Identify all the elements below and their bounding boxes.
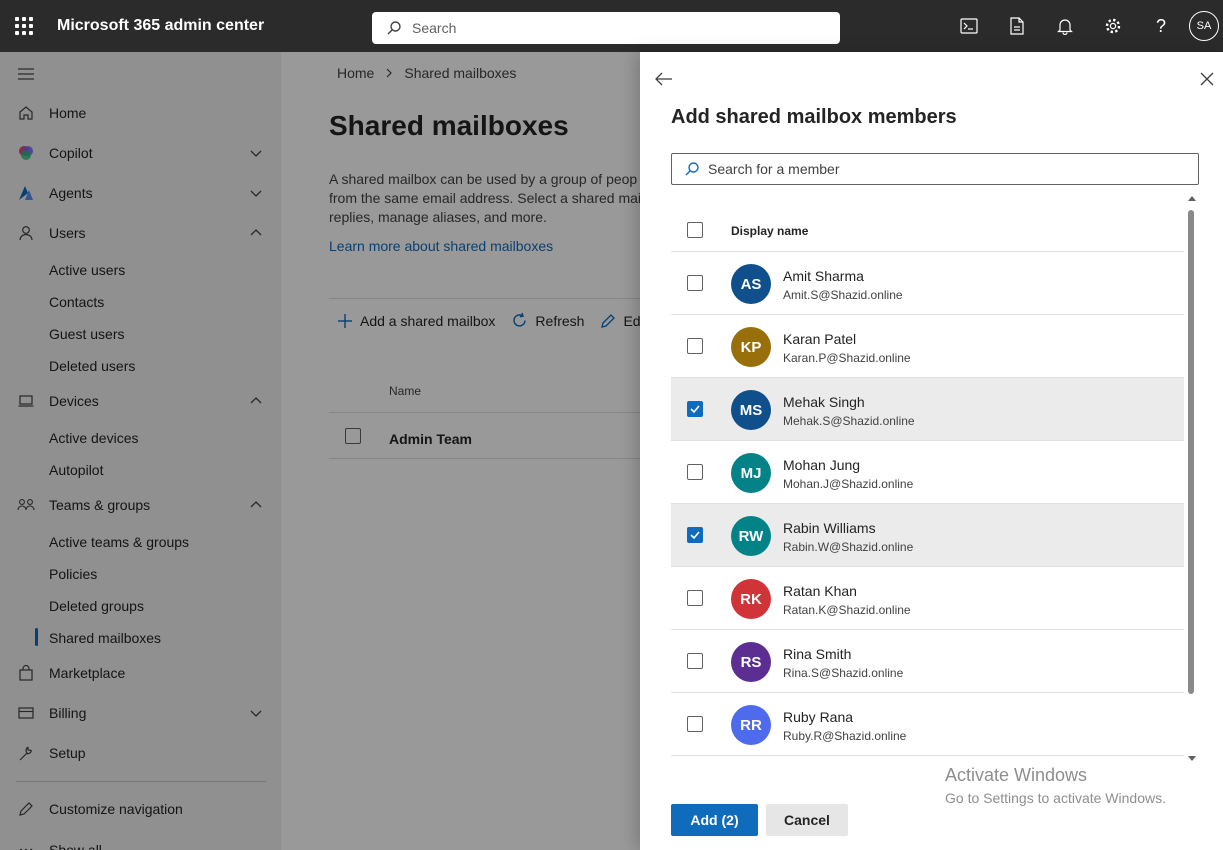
- watermark-title: Activate Windows: [945, 765, 1088, 785]
- watermark-subtitle: Go to Settings to activate Windows.: [945, 790, 1166, 806]
- column-header-display-name[interactable]: Display name: [731, 224, 808, 238]
- activate-windows-watermark: Activate Windows Go to Settings to activ…: [945, 765, 1166, 806]
- member-email: Karan.P@Shazid.online: [783, 351, 911, 365]
- member-email: Mehak.S@Shazid.online: [783, 414, 915, 428]
- member-row[interactable]: AS Amit Sharma Amit.S@Shazid.online: [671, 252, 1184, 315]
- global-search-placeholder: Search: [412, 20, 457, 36]
- member-checkbox[interactable]: [687, 275, 703, 291]
- member-email: Amit.S@Shazid.online: [783, 288, 903, 302]
- terminal-icon: [960, 18, 978, 34]
- member-avatar: KP: [731, 327, 771, 367]
- member-checkbox[interactable]: [687, 590, 703, 606]
- member-checkbox[interactable]: [687, 527, 703, 543]
- member-row[interactable]: RK Ratan Khan Ratan.K@Shazid.online: [671, 567, 1184, 630]
- cloud-shell-button[interactable]: [945, 0, 993, 52]
- search-icon: [387, 21, 401, 35]
- scroll-down-arrow-icon[interactable]: [1188, 756, 1196, 761]
- close-button[interactable]: [1197, 69, 1217, 89]
- question-icon: ?: [1155, 15, 1166, 36]
- scroll-up-arrow-icon[interactable]: [1188, 196, 1196, 201]
- member-row[interactable]: MS Mehak Singh Mehak.S@Shazid.online: [671, 378, 1184, 441]
- settings-button[interactable]: [1089, 0, 1137, 52]
- notifications-button[interactable]: [1041, 0, 1089, 52]
- member-checkbox[interactable]: [687, 464, 703, 480]
- search-icon: [685, 162, 699, 176]
- top-bar-actions: ? SA: [945, 0, 1223, 52]
- add-button[interactable]: Add (2): [671, 804, 758, 836]
- scrollbar-thumb[interactable]: [1188, 210, 1194, 694]
- member-row[interactable]: MJ Mohan Jung Mohan.J@Shazid.online: [671, 441, 1184, 504]
- member-avatar: MS: [731, 390, 771, 430]
- arrow-left-icon: [655, 72, 672, 86]
- member-email: Ruby.R@Shazid.online: [783, 729, 907, 743]
- app-launcher-button[interactable]: [0, 0, 48, 52]
- user-avatar[interactable]: SA: [1189, 11, 1219, 41]
- member-email: Rina.S@Shazid.online: [783, 666, 904, 680]
- member-checkbox[interactable]: [687, 338, 703, 354]
- member-row[interactable]: RR Ruby Rana Ruby.R@Shazid.online: [671, 693, 1184, 756]
- checkmark-icon: [690, 405, 700, 414]
- member-email: Ratan.K@Shazid.online: [783, 603, 911, 617]
- member-row[interactable]: RW Rabin Williams Rabin.W@Shazid.online: [671, 504, 1184, 567]
- gear-icon: [1105, 18, 1121, 34]
- member-name: Mohan Jung: [783, 457, 861, 473]
- member-name: Ruby Rana: [783, 709, 854, 725]
- documents-button[interactable]: [993, 0, 1041, 52]
- bell-icon: [1057, 19, 1073, 35]
- app-title[interactable]: Microsoft 365 admin center: [57, 17, 264, 35]
- member-list: Display name AS Amit Sharma Amit.S@Shazi…: [671, 200, 1184, 757]
- close-icon: [1200, 72, 1214, 86]
- member-email: Rabin.W@Shazid.online: [783, 540, 914, 554]
- member-row[interactable]: RS Rina Smith Rina.S@Shazid.online: [671, 630, 1184, 693]
- cancel-button[interactable]: Cancel: [766, 804, 848, 836]
- member-avatar: RK: [731, 579, 771, 619]
- global-search-box[interactable]: Search: [372, 12, 840, 44]
- member-checkbox[interactable]: [687, 716, 703, 732]
- add-members-panel: Add shared mailbox members Display name …: [640, 52, 1223, 850]
- top-bar: Microsoft 365 admin center Search ? SA: [0, 0, 1223, 52]
- member-avatar: MJ: [731, 453, 771, 493]
- help-button[interactable]: ?: [1137, 0, 1185, 52]
- member-name: Ratan Khan: [783, 583, 857, 599]
- member-avatar: RS: [731, 642, 771, 682]
- member-name: Amit Sharma: [783, 268, 864, 284]
- member-checkbox[interactable]: [687, 653, 703, 669]
- checkmark-icon: [690, 531, 700, 540]
- member-row[interactable]: KP Karan Patel Karan.P@Shazid.online: [671, 315, 1184, 378]
- member-name: Karan Patel: [783, 331, 857, 347]
- select-all-checkbox[interactable]: [687, 222, 703, 238]
- member-list-scrollbar[interactable]: [1186, 196, 1196, 761]
- member-name: Mehak Singh: [783, 394, 865, 410]
- panel-title: Add shared mailbox members: [671, 106, 957, 128]
- member-avatar: RR: [731, 705, 771, 745]
- modal-overlay[interactable]: [0, 52, 640, 850]
- waffle-icon: [15, 17, 33, 35]
- member-list-header: Display name: [671, 200, 1184, 252]
- document-icon: [1010, 17, 1024, 35]
- member-search-input[interactable]: [708, 161, 1178, 177]
- member-search-box[interactable]: [671, 153, 1199, 185]
- member-name: Rabin Williams: [783, 520, 876, 536]
- back-button[interactable]: [654, 69, 674, 89]
- member-avatar: RW: [731, 516, 771, 556]
- member-email: Mohan.J@Shazid.online: [783, 477, 914, 491]
- member-name: Rina Smith: [783, 646, 852, 662]
- member-checkbox[interactable]: [687, 401, 703, 417]
- member-avatar: AS: [731, 264, 771, 304]
